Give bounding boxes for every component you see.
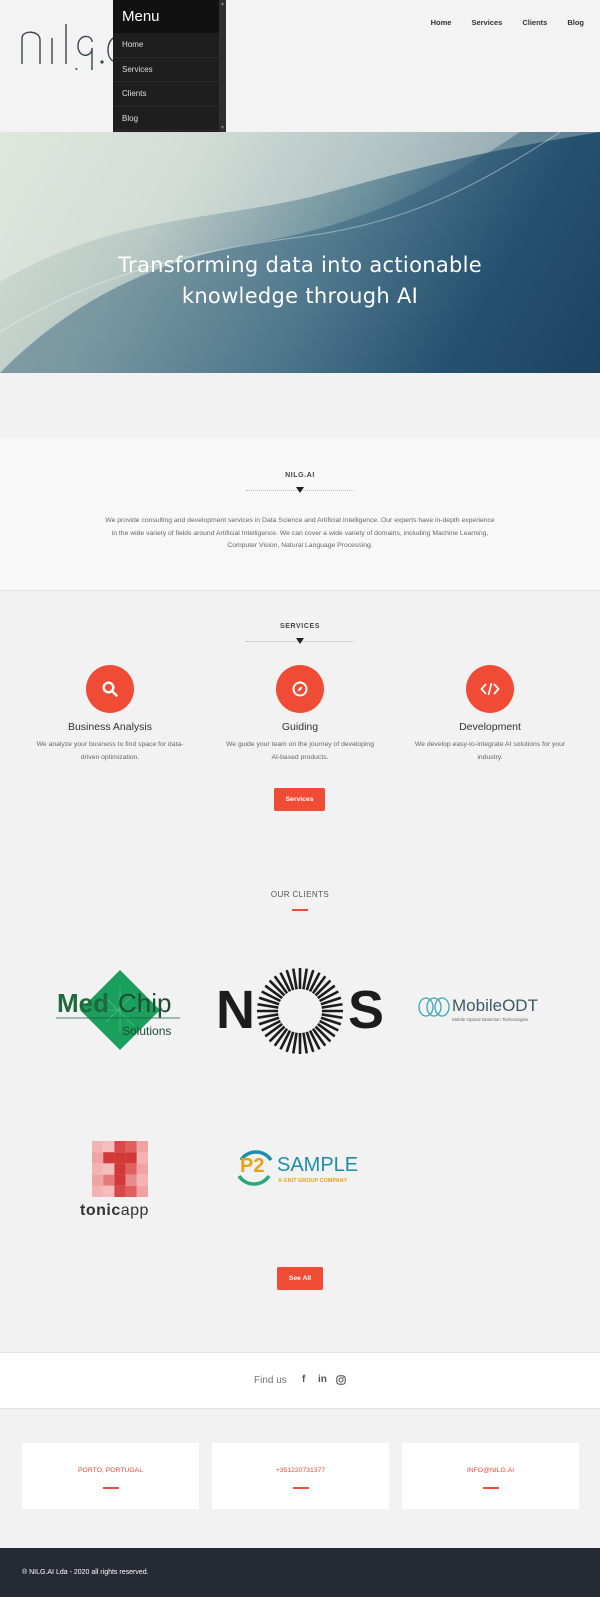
p2sample-sample-text: SAMPLE (277, 1154, 359, 1176)
contact-email[interactable]: INFO@NILG.AI (402, 1467, 579, 1474)
menu-scrollbar[interactable]: ▲ ▼ (219, 0, 226, 132)
p2sample-p2-text: P2 (240, 1155, 265, 1177)
tonicapp-tonic-text: tonic (80, 1202, 121, 1219)
about-section: NILG.AI We provide consulting and develo… (0, 438, 600, 591)
mobileodt-tagline: Mobile Optical Detection Technologies (452, 1017, 529, 1022)
service-description: We analyze your business to find space f… (36, 741, 184, 761)
section-divider (246, 486, 354, 496)
nos-ring-icon (257, 968, 343, 1054)
find-us-bar: Find us f in (0, 1352, 600, 1409)
linkedin-icon[interactable]: in (318, 1374, 327, 1385)
page: Home Services Clients Blog Menu Home Ser… (0, 0, 600, 1597)
contact-card-email: INFO@NILG.AI (402, 1443, 579, 1509)
contact-card-location: PORTO, PORTUGAL (22, 1443, 199, 1509)
contact-location[interactable]: PORTO, PORTUGAL (22, 1467, 199, 1474)
mobileodt-wave-icon (418, 997, 450, 1017)
hero-headline-line1: Transforming data into actionable (118, 253, 482, 277)
menu-item-blog[interactable]: Blog (113, 107, 219, 131)
service-card-development: Development We develop easy-to-integrate… (395, 665, 585, 764)
top-nav: Home Services Clients Blog (431, 18, 584, 27)
service-card-guiding: Guiding We guide your team on the journe… (205, 665, 395, 764)
nav-clients-link[interactable]: Clients (522, 18, 547, 27)
client-logo-tonicapp[interactable]: tonicapp (78, 1141, 162, 1223)
menu-item-services[interactable]: Services (113, 58, 219, 82)
about-description: We provide consulting and development se… (105, 517, 495, 549)
site-footer: ® NILG.AI Lda - 2020 all rights reserved… (0, 1548, 600, 1597)
medchip-chip-text: Chip (118, 988, 172, 1018)
menu-title: Menu (122, 8, 160, 25)
find-us-label: Find us (254, 1375, 287, 1386)
client-logo-mobileodt[interactable]: MobileODT Mobile Optical Detection Techn… (418, 996, 546, 1026)
medchip-solutions-text: Solutions (122, 1024, 172, 1038)
nos-s-text: S (348, 980, 385, 1040)
scroll-up-icon[interactable]: ▲ (220, 1, 225, 7)
service-title: Development (459, 721, 521, 733)
card-underline (103, 1487, 119, 1489)
service-description: We develop easy-to-integrate AI solution… (414, 741, 566, 761)
menu-list: Home Services Clients Blog (113, 33, 219, 131)
client-logo-medchip[interactable]: Med Chip Solutions (56, 968, 184, 1052)
tonicapp-app-text: app (120, 1202, 149, 1219)
clients-title: OUR CLIENTS (270, 890, 330, 899)
nav-blog-link[interactable]: Blog (567, 18, 584, 27)
card-underline (293, 1487, 309, 1489)
scroll-down-icon[interactable]: ▼ (220, 125, 225, 131)
services-section: SERVICES Business Analysis We analyze yo… (0, 592, 600, 832)
card-underline (483, 1487, 499, 1489)
section-divider (246, 637, 354, 647)
service-card-business-analysis: Business Analysis We analyze your busine… (15, 665, 205, 764)
nav-services-link[interactable]: Services (471, 18, 502, 27)
client-logo-nos[interactable]: N S (216, 966, 384, 1056)
service-title: Business Analysis (67, 721, 153, 733)
facebook-icon[interactable]: f (302, 1374, 305, 1385)
caret-down-icon (296, 487, 304, 493)
mobileodt-name: MobileODT (452, 996, 538, 1015)
tonicapp-mosaic-icon (92, 1141, 148, 1197)
nos-n-text: N (216, 980, 255, 1040)
clients-title-underline (292, 909, 308, 911)
hero-banner: Transforming data into actionable knowle… (0, 132, 600, 373)
nav-home-link[interactable]: Home (431, 18, 452, 27)
hero-headline-line2: knowledge through AI (181, 284, 419, 308)
menu-item-clients[interactable]: Clients (113, 82, 219, 107)
menu-item-home[interactable]: Home (113, 33, 219, 58)
contact-card-phone: +351220731377 (212, 1443, 389, 1509)
dropdown-menu: Menu Home Services Clients Blog ▲ ▼ (113, 0, 226, 132)
about-title: NILG.AI (285, 472, 315, 479)
contact-phone[interactable]: +351220731377 (212, 1467, 389, 1474)
services-button[interactable]: Services (274, 788, 325, 811)
copyright-text: ® NILG.AI Lda - 2020 all rights reserved… (22, 1569, 149, 1576)
hero-headline: Transforming data into actionable knowle… (0, 250, 600, 312)
p2sample-tagline: A GINT GROUP COMPANY (278, 1178, 348, 1184)
code-icon (466, 665, 514, 713)
nilg-ai-logo[interactable] (18, 18, 128, 70)
service-description: We guide your team on the journey of dev… (226, 741, 374, 761)
see-all-button[interactable]: See All (277, 1267, 323, 1290)
site-header: Home Services Clients Blog (0, 0, 600, 132)
instagram-icon[interactable] (336, 1375, 346, 1385)
client-logo-p2sample[interactable]: P2 SAMPLE A GINT GROUP COMPANY (233, 1146, 367, 1192)
service-title: Guiding (281, 721, 319, 733)
services-title: SERVICES (279, 623, 321, 630)
medchip-med-text: Med (57, 988, 109, 1018)
caret-down-icon (296, 638, 304, 644)
search-icon (86, 665, 134, 713)
compass-icon (276, 665, 324, 713)
